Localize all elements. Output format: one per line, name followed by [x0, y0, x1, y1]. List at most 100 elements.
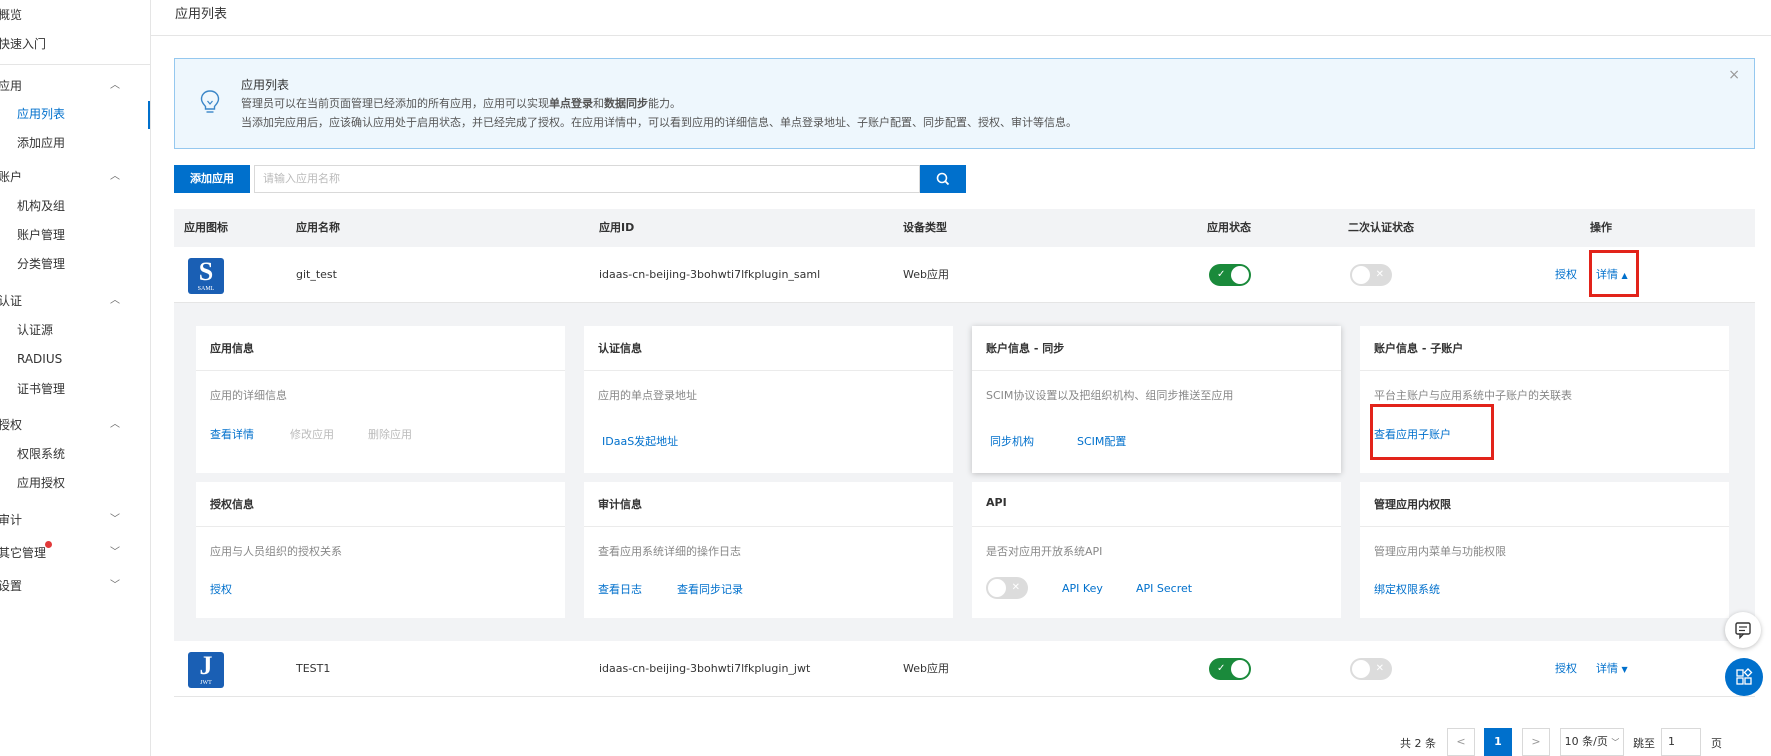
- card-audit-info: 审计信息 查看应用系统详细的操作日志 查看日志 查看同步记录: [584, 482, 953, 618]
- sidebar-item-overview[interactable]: 概览: [0, 2, 22, 28]
- notice-text: 管理员可以在当前页面管理已经添加的所有应用，应用可以实现: [241, 97, 549, 110]
- highlight-box-subaccount: [1370, 404, 1494, 460]
- grant-link[interactable]: 授权: [210, 581, 232, 597]
- toggle-knob: [1352, 266, 1370, 284]
- app-name: TEST1: [296, 662, 331, 675]
- next-page-button[interactable]: >: [1522, 728, 1550, 756]
- api-secret-link[interactable]: API Secret: [1136, 582, 1192, 595]
- sync-org-link[interactable]: 同步机构: [990, 433, 1034, 449]
- sidebar-item-add-app[interactable]: 添加应用: [17, 130, 65, 156]
- sidebar-divider: [0, 64, 150, 65]
- notice-line-2: 当添加完应用后，应该确认应用处于启用状态，并已经完成了授权。在应用详情中，可以看…: [241, 116, 1077, 129]
- feedback-button[interactable]: [1725, 612, 1761, 648]
- sidebar-item-app-grant[interactable]: 应用授权: [17, 470, 65, 496]
- sidebar-group-auth[interactable]: 认证: [0, 288, 22, 314]
- chevron-up-icon[interactable]: ︿: [110, 172, 120, 182]
- sidebar-item-cert-mgmt[interactable]: 证书管理: [17, 376, 65, 402]
- page-size-value: 10 条/页: [1564, 735, 1608, 748]
- sidebar-item-account-mgmt[interactable]: 账户管理: [17, 222, 65, 248]
- notice-line-1: 管理员可以在当前页面管理已经添加的所有应用，应用可以实现单点登录和数据同步能力。: [241, 95, 681, 111]
- logo-letter: J: [199, 651, 213, 680]
- view-details-link[interactable]: 查看详情: [210, 426, 254, 442]
- table-row: J JWT TEST1 idaas-cn-beijing-3bohwti7lfk…: [174, 641, 1755, 697]
- logo-letter: S: [198, 257, 214, 286]
- delete-app-link[interactable]: 删除应用: [368, 426, 412, 442]
- chevron-down-icon[interactable]: ﹀: [110, 548, 120, 558]
- sidebar-item-auth-source[interactable]: 认证源: [17, 317, 53, 343]
- view-sync-records-link[interactable]: 查看同步记录: [677, 581, 743, 597]
- app-search-input[interactable]: [254, 165, 920, 193]
- page-1-button[interactable]: 1: [1484, 728, 1512, 756]
- toggle-knob: [1231, 266, 1249, 284]
- device-type: Web应用: [903, 268, 949, 281]
- sidebar-item-org-groups[interactable]: 机构及组: [17, 193, 65, 219]
- api-toggle[interactable]: ✕: [986, 577, 1028, 599]
- scim-config-link[interactable]: SCIM配置: [1077, 433, 1126, 449]
- chevron-down-icon[interactable]: ﹀: [110, 515, 120, 525]
- detail-toggle-link[interactable]: 详情 ▼: [1596, 661, 1628, 678]
- chevron-up-icon[interactable]: ︿: [110, 81, 120, 91]
- edit-app-link[interactable]: 修改应用: [290, 426, 334, 442]
- jump-label: 跳至: [1633, 737, 1655, 750]
- card-desc: SCIM协议设置以及把组织机构、组同步推送至应用: [986, 389, 1234, 402]
- close-icon[interactable]: ×: [1728, 67, 1740, 83]
- sidebar-group-apps[interactable]: 应用: [0, 73, 22, 99]
- api-key-link[interactable]: API Key: [1062, 582, 1103, 595]
- sidebar-item-category-mgmt[interactable]: 分类管理: [17, 251, 65, 277]
- app-menu-button[interactable]: [1725, 658, 1763, 696]
- card-divider: [196, 526, 565, 527]
- app-status-toggle[interactable]: ✓: [1209, 658, 1251, 680]
- col-app-name: 应用名称: [296, 221, 340, 234]
- add-app-button[interactable]: 添加应用: [174, 165, 250, 193]
- notice-text: 能力。: [648, 97, 681, 110]
- info-notice: 应用列表 管理员可以在当前页面管理已经添加的所有应用，应用可以实现单点登录和数据…: [174, 58, 1755, 149]
- col-app-id: 应用ID: [599, 221, 635, 234]
- view-logs-link[interactable]: 查看日志: [598, 581, 642, 597]
- sidebar-group-audit[interactable]: 审计: [0, 507, 22, 533]
- card-divider: [584, 370, 953, 371]
- chevron-up-icon[interactable]: ︿: [110, 296, 120, 306]
- prev-page-button[interactable]: <: [1447, 728, 1475, 756]
- app-logo-saml: S SAML: [188, 258, 224, 294]
- card-desc: 应用的单点登录地址: [598, 389, 697, 402]
- sidebar-active-indicator: [148, 101, 150, 129]
- app-status-toggle[interactable]: ✓: [1209, 264, 1251, 286]
- col-app-icon: 应用图标: [184, 221, 228, 234]
- device-type: Web应用: [903, 662, 949, 675]
- grant-link[interactable]: 授权: [1555, 661, 1577, 677]
- col-device-type: 设备类型: [903, 221, 947, 234]
- main-content: 应用列表 应用列表 管理员可以在当前页面管理已经添加的所有应用，应用可以实现单点…: [151, 0, 1771, 756]
- page-size-select[interactable]: 10 条/页 ﹀: [1560, 728, 1624, 756]
- sidebar-item-radius[interactable]: RADIUS: [17, 346, 62, 372]
- check-icon: ✓: [1217, 663, 1226, 674]
- app-id: idaas-cn-beijing-3bohwti7lfkplugin_jwt: [599, 662, 811, 675]
- card-divider: [584, 526, 953, 527]
- mfa-status-toggle[interactable]: ✕: [1350, 658, 1392, 680]
- sidebar-item-quickstart[interactable]: 快速入门: [0, 31, 46, 57]
- detail-label: 详情: [1596, 662, 1618, 675]
- sidebar-group-other[interactable]: 其它管理: [0, 540, 46, 566]
- mfa-status-toggle[interactable]: ✕: [1350, 264, 1392, 286]
- notice-bold-sync: 数据同步: [604, 97, 648, 110]
- table-row: S SAML git_test idaas-cn-beijing-3bohwti…: [174, 247, 1755, 303]
- total-count: 共 2 条: [1400, 737, 1436, 750]
- bind-permission-system-link[interactable]: 绑定权限系统: [1374, 581, 1440, 597]
- idaas-initiate-url-link[interactable]: IDaaS发起地址: [602, 433, 678, 449]
- app-detail-panel: 应用信息 应用的详细信息 查看详情 修改应用 删除应用 认证信息 应用的单点登录…: [174, 303, 1755, 641]
- sidebar: 概览 快速入门 应用 ︿ 应用列表 添加应用 账户 ︿ 机构及组 账户管理 分类…: [0, 0, 151, 756]
- search-button[interactable]: [920, 165, 966, 193]
- sidebar-item-permission-system[interactable]: 权限系统: [17, 441, 65, 467]
- sidebar-group-accounts[interactable]: 账户: [0, 164, 22, 190]
- sidebar-group-grant[interactable]: 授权: [0, 412, 22, 438]
- caret-down-icon: ▼: [1621, 665, 1628, 674]
- app-name: git_test: [296, 268, 337, 281]
- chevron-up-icon[interactable]: ︿: [110, 420, 120, 430]
- chevron-down-icon[interactable]: ﹀: [110, 581, 120, 591]
- grant-link[interactable]: 授权: [1555, 267, 1577, 283]
- sidebar-item-app-list[interactable]: 应用列表: [17, 101, 65, 127]
- card-sync-info: 账户信息 - 同步 SCIM协议设置以及把组织机构、组同步推送至应用 同步机构 …: [972, 326, 1341, 473]
- sidebar-group-settings[interactable]: 设置: [0, 573, 22, 599]
- card-title: 管理应用内权限: [1374, 498, 1451, 511]
- notice-title: 应用列表: [241, 78, 290, 92]
- jump-page-input[interactable]: 1: [1661, 728, 1701, 756]
